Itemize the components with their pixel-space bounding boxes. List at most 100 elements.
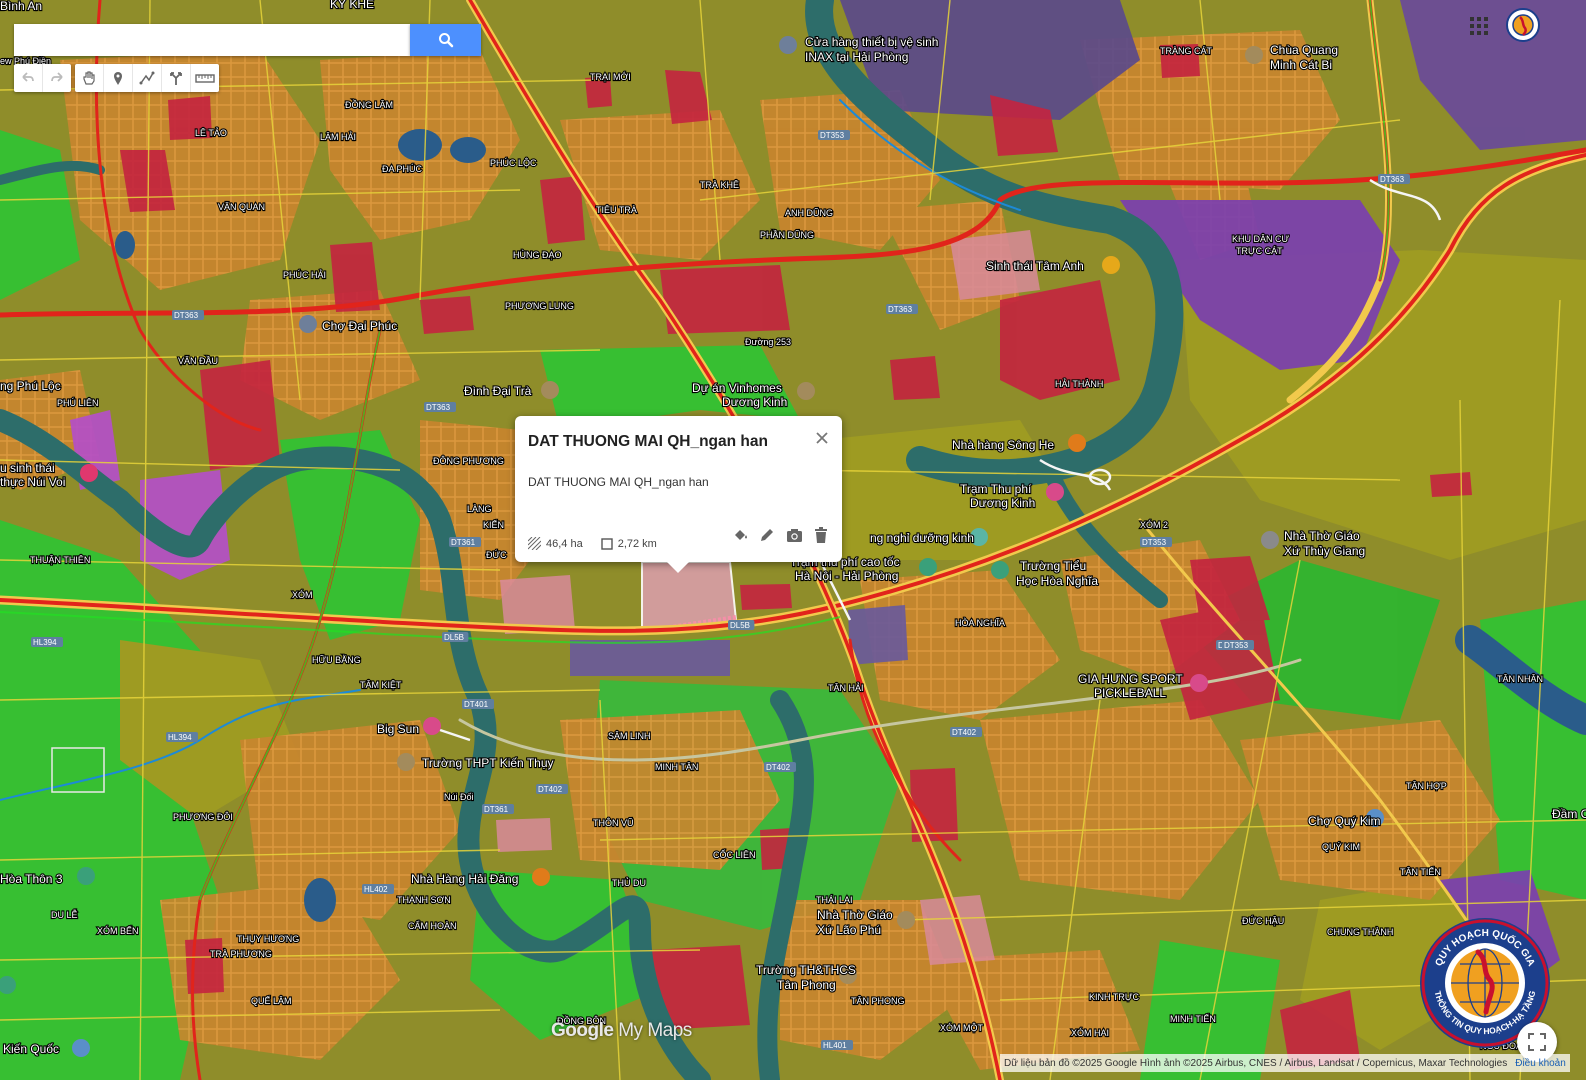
undo-button[interactable]	[14, 64, 43, 92]
road-label: DT353	[1224, 641, 1249, 650]
road-label: DT402	[538, 785, 563, 794]
svg-text:ĐỨC HẬU: ĐỨC HẬU	[1242, 916, 1284, 926]
hand-icon	[83, 71, 95, 85]
directions-button[interactable]	[162, 64, 191, 92]
add-marker-button[interactable]	[104, 64, 133, 92]
draw-line-button[interactable]	[133, 64, 162, 92]
brand-google: Google	[551, 1020, 614, 1041]
svg-text:Hòa Thôn 3: Hòa Thôn 3	[0, 872, 63, 886]
redo-button[interactable]	[43, 64, 71, 92]
svg-text:PHƯƠNG ĐÔI: PHƯƠNG ĐÔI	[173, 812, 233, 822]
search-icon	[438, 33, 453, 48]
svg-text:THANH SƠN: THANH SƠN	[397, 895, 451, 905]
svg-text:ĐÔNG PHƯƠNG: ĐÔNG PHƯƠNG	[433, 456, 504, 466]
svg-text:Nhà Hàng Hải Đăng: Nhà Hàng Hải Đăng	[411, 872, 518, 886]
draw-line-icon	[139, 71, 155, 85]
popup-description: DAT THUONG MAI QH_ngan han	[528, 475, 709, 489]
road-label: DT363	[426, 403, 451, 412]
svg-text:KỲ KHÊ: KỲ KHÊ	[330, 0, 374, 11]
delete-button[interactable]	[812, 526, 830, 544]
svg-text:Dự án Vinhomes: Dự án Vinhomes	[692, 381, 782, 395]
svg-text:XÓM BẾN: XÓM BẾN	[97, 926, 139, 936]
svg-text:Đầm C: Đầm C	[1552, 807, 1586, 821]
popup-title: DAT THUONG MAI QH_ngan han	[528, 433, 768, 450]
svg-text:PHÚ LIÊN: PHÚ LIÊN	[57, 398, 99, 408]
svg-text:Đường 253: Đường 253	[745, 337, 791, 347]
svg-text:Dương Kinh: Dương Kinh	[970, 496, 1035, 510]
svg-text:HÒA NGHĨA: HÒA NGHĨA	[955, 618, 1005, 628]
svg-text:THỦ DU: THỦ DU	[612, 877, 646, 888]
svg-text:TRÀ KHÊ: TRÀ KHÊ	[700, 180, 739, 190]
brand-mymaps: My Maps	[613, 1020, 692, 1041]
svg-text:Trường THPT Kiến Thụy: Trường THPT Kiến Thụy	[422, 756, 554, 770]
map-toolbar	[14, 64, 219, 92]
svg-text:SÂM LINH: SÂM LINH	[608, 731, 651, 741]
svg-text:LÂM HẢI: LÂM HẢI	[320, 131, 356, 142]
svg-text:TÂN HẢI: TÂN HẢI	[828, 682, 864, 693]
svg-text:GIA HƯNG SPORT: GIA HƯNG SPORT	[1078, 672, 1183, 686]
fullscreen-icon	[1528, 1033, 1546, 1051]
search-button[interactable]	[410, 24, 481, 56]
road-label: DT363	[1380, 175, 1405, 184]
svg-text:HỮU BẰNG: HỮU BẰNG	[312, 655, 361, 665]
redo-icon	[51, 72, 63, 82]
svg-text:TRẠI MỚI: TRẠI MỚI	[590, 72, 631, 82]
svg-text:LÀNG: LÀNG	[467, 504, 492, 514]
site-logo-small[interactable]	[1506, 8, 1540, 42]
svg-text:TÂN TIẾN: TÂN TIẾN	[1400, 867, 1441, 877]
attribution-text: Dữ liệu bản đồ ©2025 Google Hình ảnh ©20…	[1004, 1057, 1508, 1069]
svg-text:Nhà Thờ Giáo: Nhà Thờ Giáo	[1284, 529, 1360, 543]
svg-text:TÂM KIỆT: TÂM KIỆT	[360, 680, 402, 690]
search-input[interactable]	[14, 24, 410, 56]
svg-text:CẨM HOÀN: CẨM HOÀN	[408, 920, 457, 931]
road-label: DL5B	[444, 633, 464, 642]
svg-text:Núi Đối: Núi Đối	[444, 792, 474, 802]
road-label: DT402	[952, 728, 977, 737]
svg-text:XÓM: XÓM	[292, 590, 313, 600]
svg-text:PICKLEBALL: PICKLEBALL	[1094, 686, 1166, 700]
svg-text:VĂN QUAN: VĂN QUAN	[218, 202, 265, 212]
edit-button[interactable]	[758, 526, 776, 544]
paint-bucket-icon	[734, 529, 747, 540]
road-label: DT363	[888, 305, 913, 314]
svg-text:Học Hòa Nghĩa: Học Hòa Nghĩa	[1016, 574, 1098, 588]
google-my-maps-watermark: Google My Maps	[551, 1020, 692, 1042]
perimeter-square-icon	[601, 537, 613, 550]
delete-trash-icon	[815, 527, 827, 543]
popup-measurements: 46,4 ha 2,72 km	[528, 537, 657, 550]
svg-text:Chợ Đại Phúc: Chợ Đại Phúc	[322, 319, 397, 333]
svg-text:TÂN NHÂN: TÂN NHÂN	[1497, 674, 1543, 684]
svg-text:Kiến Quốc: Kiến Quốc	[3, 1042, 59, 1056]
svg-text:HẢI THÀNH: HẢI THÀNH	[1055, 378, 1103, 389]
svg-text:Hà Nội - Hải Phòng: Hà Nội - Hải Phòng	[795, 569, 898, 583]
svg-text:ĐỒNG LÂM: ĐỒNG LÂM	[345, 99, 393, 110]
camera-icon	[786, 528, 802, 542]
tools-group	[75, 64, 219, 92]
style-button[interactable]	[731, 526, 749, 544]
add-photo-button[interactable]	[785, 526, 803, 544]
marker-icon	[114, 72, 122, 85]
undo-icon	[22, 72, 34, 82]
pan-tool-button[interactable]	[75, 64, 104, 92]
svg-text:Nhà hàng Sông He: Nhà hàng Sông He	[952, 438, 1054, 452]
svg-text:thực Núi Voi: thực Núi Voi	[0, 475, 65, 489]
terms-link[interactable]: Điều khoản	[1515, 1058, 1566, 1069]
svg-text:ĐỨC: ĐỨC	[486, 550, 507, 560]
svg-text:LÊ TẢO: LÊ TẢO	[195, 127, 227, 138]
road-label: DT402	[766, 763, 791, 772]
svg-text:Dương Kinh: Dương Kinh	[722, 395, 787, 409]
svg-text:ng Phú Lộc: ng Phú Lộc	[0, 379, 61, 393]
apps-grid-icon[interactable]	[1470, 17, 1488, 35]
svg-text:DU LỄ: DU LỄ	[51, 909, 78, 920]
svg-text:THÁI LAI: THÁI LAI	[816, 895, 853, 905]
close-icon[interactable]	[814, 430, 830, 446]
svg-text:CỐC LIÊN: CỐC LIÊN	[713, 849, 756, 860]
svg-text:ng nghỉ dưỡng kinh: ng nghỉ dưỡng kinh	[870, 531, 974, 545]
svg-text:Đình Đại Trà: Đình Đại Trà	[464, 384, 532, 398]
svg-text:Big Sun: Big Sun	[377, 722, 419, 736]
svg-text:XÓM MỘT: XÓM MỘT	[940, 1023, 983, 1033]
svg-text:CHUNG THÀNH: CHUNG THÀNH	[1327, 927, 1393, 937]
svg-text:THỤY HƯƠNG: THỤY HƯƠNG	[237, 934, 299, 944]
measure-button[interactable]	[191, 64, 219, 92]
road-label: DT363	[174, 311, 199, 320]
